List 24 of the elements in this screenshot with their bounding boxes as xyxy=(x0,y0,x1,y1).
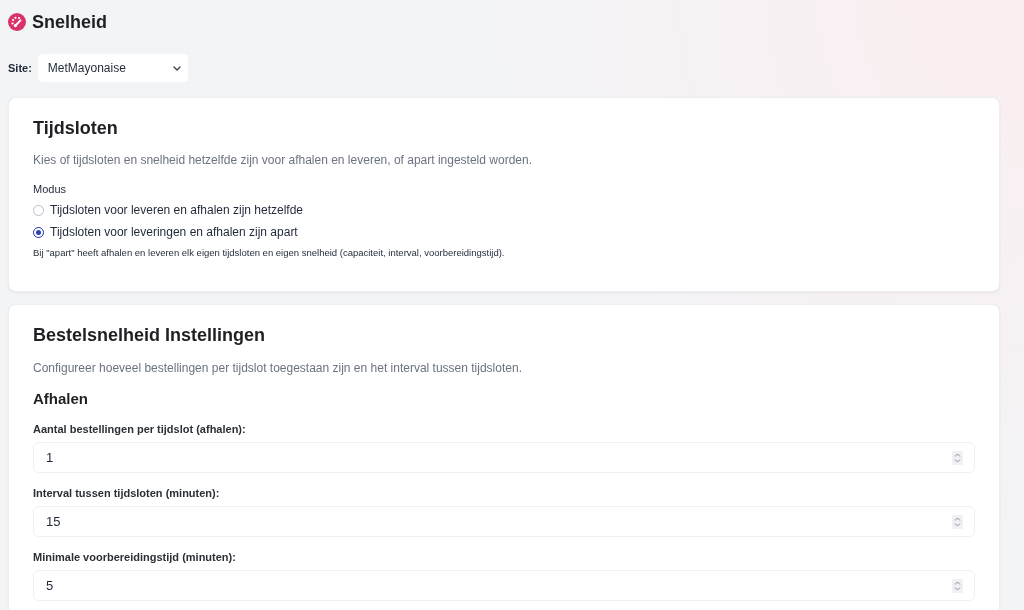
card-description: Configureer hoeveel bestellingen per tijdslot toegestaan zijn en het interval tussen tijdsloten. xyxy=(33,360,523,377)
field-label: Aantal bestellingen per tijdslot (afhalen): xyxy=(33,422,247,437)
card-description: Kies of tijdsloten en snelheid hetzelfde zijn voor afhalen en leveren, of apart ingesteld worden. xyxy=(33,152,533,169)
radio-option[interactable]: Tijdsloten voor leveringen en afhalen zijn apart xyxy=(33,223,298,241)
group-label: Modus xyxy=(33,182,68,197)
spinner-arrows-icon[interactable] xyxy=(952,578,963,593)
chevron-down-icon xyxy=(172,65,181,71)
help-note: Bij "apart" heeft afhalen en leveren elk eigen tijdsloten en eigen snelheid (capaciteit, interval, voorbereidingstijd). xyxy=(33,246,506,260)
number-field[interactable]: 5 xyxy=(33,570,975,601)
card-title: Tijdsloten xyxy=(33,117,119,140)
number-field[interactable]: 1 xyxy=(33,442,975,473)
field-label: Interval tussen tijdsloten (minuten): xyxy=(33,486,221,501)
site-label: Site: xyxy=(8,60,32,76)
subsection-title: Afhalen xyxy=(33,389,89,409)
radio-button[interactable] xyxy=(33,204,44,216)
site-select[interactable]: MetMayonaise xyxy=(37,54,188,82)
spinner-arrows-icon[interactable] xyxy=(952,514,963,529)
radio-option[interactable]: Tijdsloten voor leveren en afhalen zijn hetzelfde xyxy=(33,201,304,219)
field-label: Minimale voorbereidingstijd (minuten): xyxy=(33,550,237,565)
page-title: Snelheid xyxy=(32,10,107,34)
card-title: Bestelsnelheid Instellingen xyxy=(33,324,267,347)
spinner-arrows-icon[interactable] xyxy=(952,450,963,465)
number-field[interactable]: 15 xyxy=(33,506,975,537)
gauge-icon xyxy=(8,13,26,31)
